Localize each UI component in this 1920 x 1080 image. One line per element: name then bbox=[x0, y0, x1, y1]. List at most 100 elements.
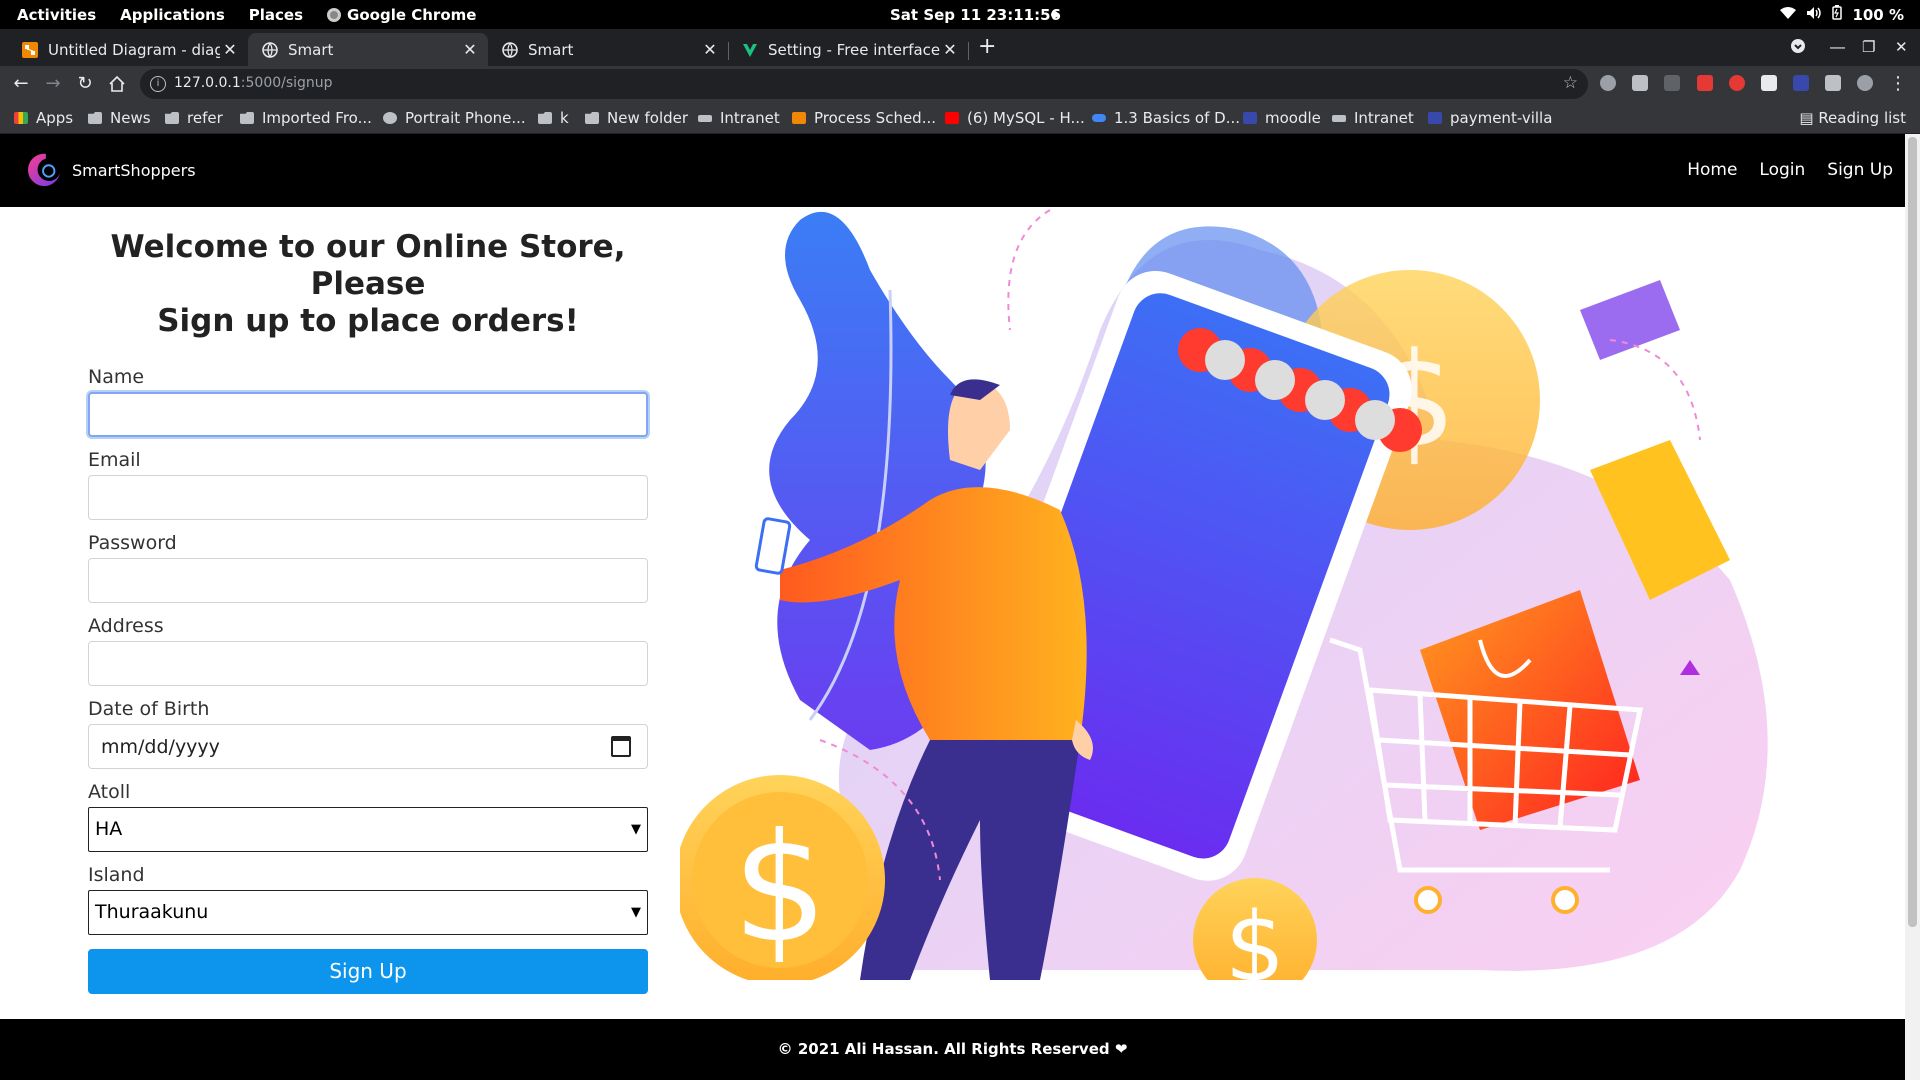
new-tab-button[interactable]: + bbox=[978, 34, 996, 59]
page-scrollbar[interactable] bbox=[1905, 134, 1920, 1080]
address-bar[interactable]: i 127.0.0.1:5000/signup ☆ bbox=[140, 69, 1588, 99]
signup-submit-button[interactable]: Sign Up bbox=[88, 949, 648, 994]
maximize-icon[interactable]: ❐ bbox=[1862, 38, 1875, 56]
folder-icon bbox=[165, 112, 179, 124]
folder-icon bbox=[88, 112, 102, 124]
close-tab-icon[interactable]: ✕ bbox=[700, 40, 720, 59]
bookmark-intranet-2[interactable]: Intranet bbox=[1332, 109, 1414, 127]
tab-search-icon[interactable] bbox=[1790, 38, 1806, 58]
atoll-label: Atoll bbox=[88, 781, 131, 803]
brand-name: SmartShoppers bbox=[72, 160, 196, 180]
bookmark-intranet[interactable]: Intranet bbox=[698, 109, 780, 127]
flaticon-favicon-icon bbox=[743, 43, 757, 57]
address-input[interactable] bbox=[88, 641, 648, 686]
close-window-icon[interactable]: ✕ bbox=[1895, 38, 1908, 56]
bookmark-apps[interactable]: Apps bbox=[14, 109, 73, 127]
island-select[interactable]: Thuraakunu ▼ bbox=[88, 890, 648, 935]
keyboard-icon bbox=[698, 114, 712, 122]
bookmark-refer[interactable]: refer bbox=[165, 109, 223, 127]
browser-toolbar: ← → ↻ i 127.0.0.1:5000/signup ☆ ⋮ bbox=[0, 66, 1920, 102]
moodle-icon bbox=[1428, 112, 1442, 124]
extension-book-icon[interactable] bbox=[1632, 75, 1648, 91]
notification-dot-icon bbox=[1051, 11, 1058, 18]
tab-setting[interactable]: Setting - Free interface icc ✕ bbox=[728, 33, 968, 66]
clock[interactable]: Sat Sep 11 23:11:56 bbox=[890, 6, 1061, 24]
youtube-icon bbox=[945, 112, 959, 124]
tab-title: Smart bbox=[288, 40, 334, 59]
shopping-illustration: $ $ $ bbox=[680, 209, 1768, 980]
site-info-icon[interactable]: i bbox=[150, 76, 166, 92]
extension-hand-icon[interactable] bbox=[1729, 75, 1745, 91]
forward-arrow-icon[interactable]: → bbox=[40, 71, 66, 97]
bookmark-star-icon[interactable]: ☆ bbox=[1563, 73, 1578, 93]
bookmark-mysql[interactable]: (6) MySQL - H... bbox=[945, 109, 1085, 127]
bookmark-process-sched[interactable]: Process Sched... bbox=[792, 109, 936, 127]
app-menu[interactable]: Google Chrome bbox=[327, 6, 476, 24]
applications-menu[interactable]: Applications bbox=[120, 6, 225, 24]
folder-icon bbox=[240, 112, 254, 124]
nav-signup-link[interactable]: Sign Up bbox=[1827, 160, 1893, 180]
svg-text:$: $ bbox=[732, 802, 827, 976]
fox-icon bbox=[792, 112, 806, 124]
back-arrow-icon[interactable]: ← bbox=[8, 71, 34, 97]
atoll-select[interactable]: HA ▼ bbox=[88, 807, 648, 852]
extension-globe-icon[interactable] bbox=[1600, 75, 1616, 91]
tab-smart-active[interactable]: Smart ✕ bbox=[248, 33, 488, 66]
bookmark-portrait[interactable]: Portrait Phone... bbox=[383, 109, 526, 127]
brand-link[interactable]: SmartShoppers bbox=[25, 150, 196, 190]
email-input[interactable] bbox=[88, 475, 648, 520]
dob-placeholder: mm/dd/yyyy bbox=[101, 735, 220, 758]
minimize-icon[interactable]: ― bbox=[1830, 38, 1845, 56]
tab-title: Untitled Diagram - diagra bbox=[48, 40, 220, 59]
name-input[interactable] bbox=[88, 392, 648, 437]
places-menu[interactable]: Places bbox=[249, 6, 303, 24]
address-label: Address bbox=[88, 615, 164, 637]
extensions-puzzle-icon[interactable] bbox=[1825, 75, 1841, 91]
bookmark-payment-villa[interactable]: payment-villa bbox=[1428, 109, 1552, 127]
infinity-icon bbox=[1092, 114, 1106, 122]
dob-date-input[interactable]: mm/dd/yyyy bbox=[88, 724, 648, 769]
bookmark-basics[interactable]: 1.3 Basics of D... bbox=[1092, 109, 1240, 127]
menu-dots-icon[interactable]: ⋮ bbox=[1885, 71, 1911, 97]
drawio-favicon-icon bbox=[22, 41, 38, 58]
signup-form: Welcome to our Online Store, Please Sign … bbox=[88, 229, 648, 994]
url-text: 127.0.0.1:5000/signup bbox=[174, 75, 333, 91]
bookmark-moodle[interactable]: moodle bbox=[1243, 109, 1321, 127]
reading-list-button[interactable]: ▤ Reading list bbox=[1799, 109, 1906, 127]
close-tab-icon[interactable]: ✕ bbox=[220, 40, 240, 59]
scrollbar-thumb[interactable] bbox=[1908, 137, 1917, 927]
bookmark-news[interactable]: News bbox=[88, 109, 151, 127]
globe-icon bbox=[502, 41, 518, 58]
tab-smart[interactable]: Smart ✕ bbox=[488, 33, 728, 66]
close-tab-icon[interactable]: ✕ bbox=[940, 40, 960, 59]
password-label: Password bbox=[88, 532, 177, 554]
battery-icon bbox=[1832, 5, 1843, 24]
bookmark-k[interactable]: k bbox=[538, 109, 569, 127]
password-input[interactable] bbox=[88, 558, 648, 603]
battery-percent: 100 % bbox=[1852, 5, 1904, 24]
tab-title: Smart bbox=[528, 40, 574, 59]
extension-doc-icon[interactable] bbox=[1761, 75, 1777, 91]
nav-home-link[interactable]: Home bbox=[1687, 160, 1737, 180]
home-icon[interactable] bbox=[104, 71, 130, 97]
system-tray[interactable]: 100 % bbox=[1780, 5, 1904, 24]
chevron-down-icon: ▼ bbox=[631, 822, 641, 837]
calendar-icon[interactable] bbox=[611, 736, 631, 757]
tab-diagram[interactable]: Untitled Diagram - diagra ✕ bbox=[8, 33, 248, 66]
extension-u-icon[interactable] bbox=[1793, 75, 1809, 91]
atoll-selected-value: HA bbox=[95, 818, 123, 840]
name-label: Name bbox=[88, 366, 145, 388]
bookmark-new-folder[interactable]: New folder bbox=[585, 109, 688, 127]
extension-cast-icon[interactable] bbox=[1664, 75, 1680, 91]
globe-icon bbox=[262, 41, 278, 58]
reload-icon[interactable]: ↻ bbox=[72, 71, 98, 97]
close-tab-icon[interactable]: ✕ bbox=[460, 40, 480, 59]
profile-avatar[interactable] bbox=[1857, 75, 1873, 91]
moodle-icon bbox=[1243, 112, 1257, 124]
activities-button[interactable]: Activities bbox=[17, 6, 96, 24]
extension-red-icon[interactable] bbox=[1697, 75, 1713, 91]
bookmark-imported[interactable]: Imported Fro... bbox=[240, 109, 372, 127]
volume-icon bbox=[1806, 6, 1822, 24]
bookmarks-bar: Apps News refer Imported Fro... Portrait… bbox=[0, 102, 1920, 134]
nav-login-link[interactable]: Login bbox=[1759, 160, 1805, 180]
